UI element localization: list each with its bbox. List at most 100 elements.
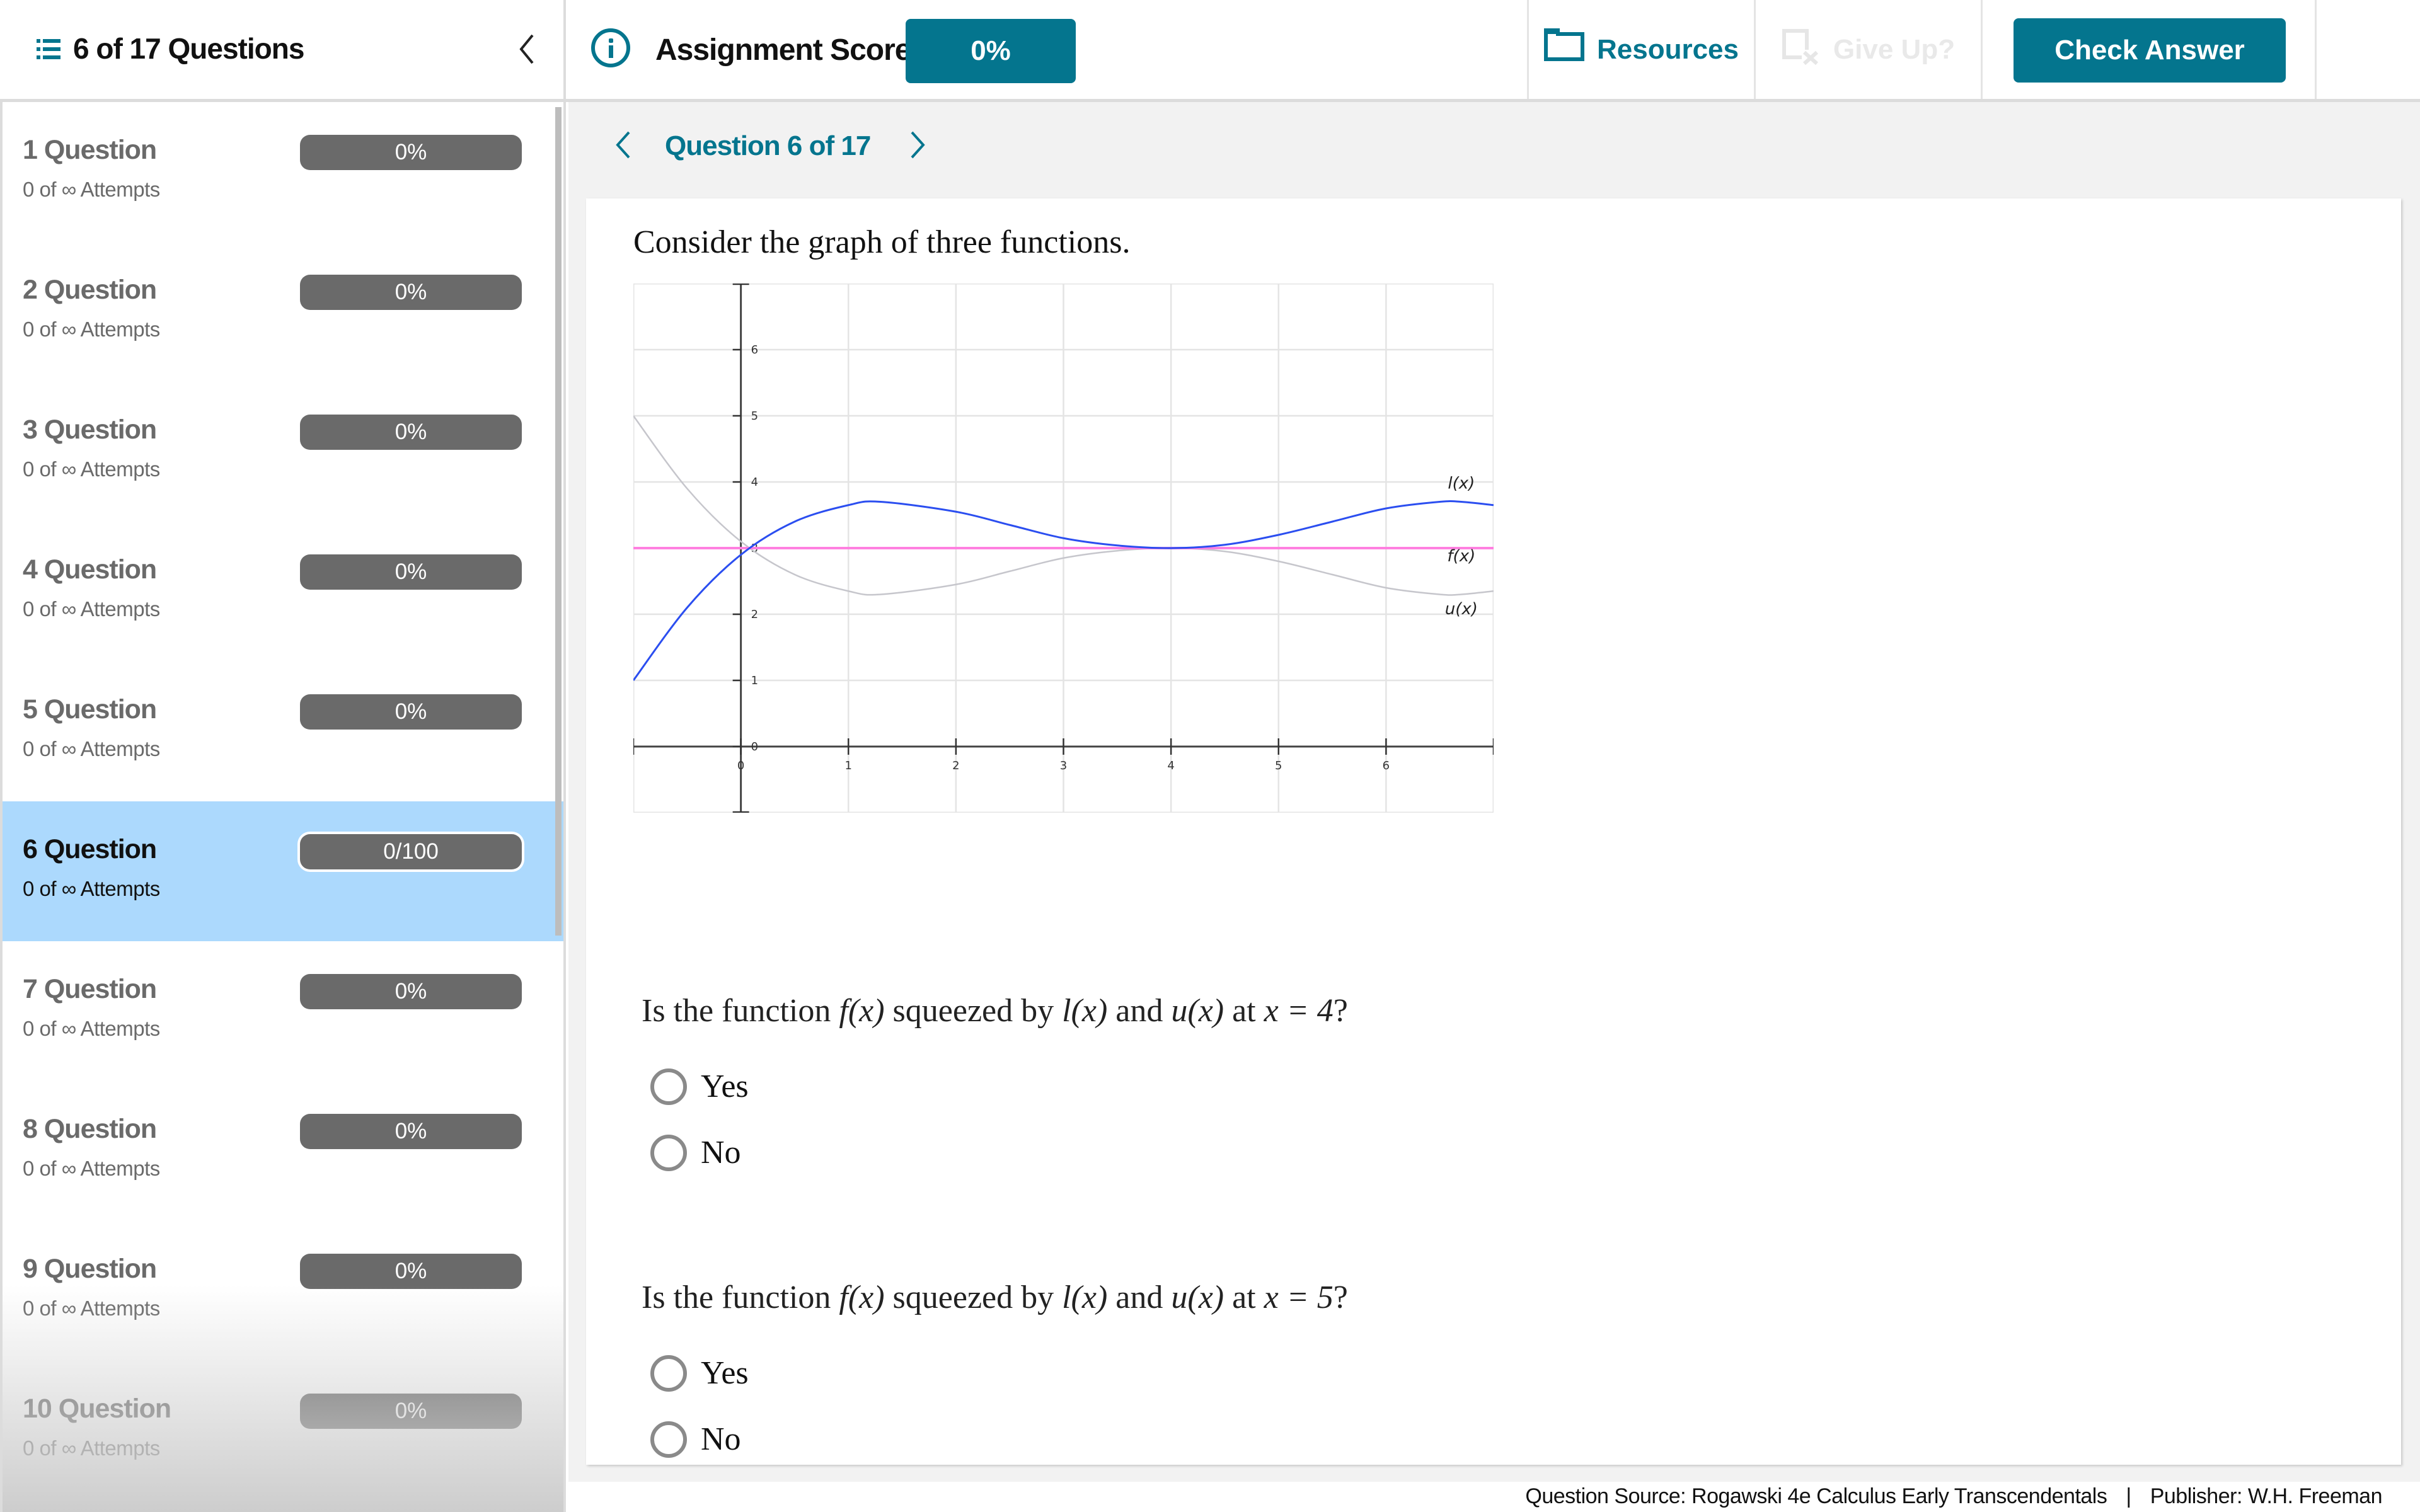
radio-button[interactable]	[650, 1068, 687, 1105]
sidebar-question-item[interactable]: 4 Question 0 of ∞ Attempts 0%	[3, 522, 563, 662]
sidebar-question-item[interactable]: 2 Question 0 of ∞ Attempts 0%	[3, 242, 563, 382]
list-icon	[37, 39, 60, 60]
x-tick-label: 5	[1275, 759, 1282, 772]
answer-option-yes[interactable]: Yes	[650, 1068, 749, 1105]
question-card: Consider the graph of three functions. 0…	[586, 198, 2401, 1465]
function-graph: 0 1 2 3 4 5 60123456l(x)f(x)u(x)	[633, 284, 1494, 813]
math-u: u(x)	[1171, 993, 1224, 1029]
question-attempts: 0 of ∞ Attempts	[23, 737, 160, 760]
prompt-text: and	[1107, 993, 1172, 1029]
prompt-text: at	[1224, 993, 1264, 1029]
radio-button[interactable]	[650, 1134, 687, 1171]
option-label: No	[701, 1421, 741, 1457]
main-content: Question 6 of 17 Consider the graph of t…	[568, 102, 2420, 1512]
x-tick-label: 4	[1167, 759, 1174, 772]
question-score-badge: 0%	[300, 974, 522, 1009]
answer-option-no[interactable]: No	[650, 1421, 741, 1458]
publisher: Publisher: W.H. Freeman	[2150, 1484, 2383, 1508]
option-label: Yes	[701, 1355, 749, 1391]
top-bar: 6 of 17 Questions Assignment Score: 0% R…	[0, 0, 2420, 102]
math-l: l(x)	[1062, 993, 1108, 1029]
question-footer: Question Source: Rogawski 4e Calculus Ea…	[568, 1482, 2420, 1512]
label-l-x: l(x)	[1448, 474, 1475, 493]
question-number-label: Question 6 of 17	[665, 130, 871, 161]
y-tick-label: 5	[751, 410, 758, 423]
sidebar-question-item[interactable]: 5 Question 0 of ∞ Attempts 0%	[3, 662, 563, 801]
math-f: f(x)	[839, 1280, 885, 1315]
footer-separator: |	[2126, 1484, 2131, 1508]
x-tick-label: 1	[845, 759, 852, 772]
question-navigation: Question 6 of 17	[586, 102, 2401, 187]
question-item-label: 7 Question	[23, 974, 157, 1004]
math-condition: x = 4	[1264, 993, 1334, 1029]
question-list-sidebar: 1 Question 0 of ∞ Attempts 0% 2 Question 0 o…	[0, 102, 566, 1512]
option-label: Yes	[701, 1068, 749, 1104]
question-attempts: 0 of ∞ Attempts	[23, 178, 160, 201]
math-l: l(x)	[1062, 1280, 1108, 1315]
header-spacer	[2315, 0, 2420, 99]
check-answer-cell: Check Answer	[1981, 0, 2317, 99]
previous-question-button[interactable]	[611, 127, 637, 163]
y-tick-label: 4	[751, 476, 758, 489]
question-prompt: Is the function f(x) squeezed by l(x) an…	[642, 992, 1348, 1029]
sidebar-question-item[interactable]: 6 Question 0 of ∞ Attempts 0/100	[3, 801, 563, 941]
question-progress-title: 6 of 17 Questions	[73, 32, 304, 65]
sidebar-question-item[interactable]: 3 Question 0 of ∞ Attempts 0%	[3, 382, 563, 522]
x-tick-label: 0	[737, 759, 744, 772]
option-label: No	[701, 1135, 741, 1171]
sidebar-question-item[interactable]: 8 Question 0 of ∞ Attempts 0%	[3, 1081, 563, 1221]
check-answer-button[interactable]: Check Answer	[2014, 18, 2286, 83]
question-score-badge: 0%	[300, 694, 522, 730]
question-score-badge: 0/100	[300, 834, 522, 869]
answer-option-yes[interactable]: Yes	[650, 1354, 749, 1392]
x-tick-label: 2	[952, 759, 959, 772]
question-attempts: 0 of ∞ Attempts	[23, 1436, 160, 1460]
prompt-text: at	[1224, 1280, 1264, 1315]
question-score-badge: 0%	[300, 554, 522, 590]
radio-button[interactable]	[650, 1421, 687, 1458]
sidebar-question-item[interactable]: 1 Question 0 of ∞ Attempts 0%	[3, 102, 563, 242]
radio-button[interactable]	[650, 1354, 687, 1392]
question-score-badge: 0%	[300, 275, 522, 310]
answer-option-no[interactable]: No	[650, 1134, 741, 1171]
y-tick-label: 2	[751, 608, 758, 621]
resources-button[interactable]: Resources	[1527, 0, 1754, 99]
sidebar-question-item[interactable]: 7 Question 0 of ∞ Attempts 0%	[3, 941, 563, 1081]
question-attempts: 0 of ∞ Attempts	[23, 877, 160, 900]
give-up-button[interactable]: Give Up?	[1754, 0, 1981, 99]
info-icon[interactable]	[591, 28, 630, 67]
resources-label: Resources	[1596, 33, 1739, 65]
y-tick-label: 6	[751, 343, 758, 357]
sidebar-scrollbar[interactable]	[555, 107, 562, 936]
chevron-left-icon	[616, 131, 630, 159]
assignment-score: Assignment Score: 0%	[580, 0, 1525, 99]
question-item-label: 5 Question	[23, 694, 157, 724]
give-up-label: Give Up?	[1833, 33, 1956, 65]
prompt-text: ?	[1333, 993, 1348, 1029]
question-attempts: 0 of ∞ Attempts	[23, 1157, 160, 1180]
sidebar-question-item[interactable]: 9 Question 0 of ∞ Attempts 0%	[3, 1221, 563, 1361]
question-attempts: 0 of ∞ Attempts	[23, 1017, 160, 1040]
question-item-label: 1 Question	[23, 135, 157, 165]
sidebar-question-item[interactable]: 10 Question 0 of ∞ Attempts 0%	[3, 1361, 563, 1501]
question-attempts: 0 of ∞ Attempts	[23, 318, 160, 341]
prompt-text: Is the function	[642, 993, 839, 1029]
collapse-sidebar-button[interactable]	[514, 33, 539, 66]
question-score-badge: 0%	[300, 1254, 522, 1289]
prompt-text: squeezed by	[884, 993, 1063, 1029]
prompt-text: squeezed by	[884, 1280, 1063, 1315]
question-source: Question Source: Rogawski 4e Calculus Ea…	[1525, 1484, 2107, 1508]
question-item-label: 2 Question	[23, 275, 157, 305]
prompt-text: ?	[1333, 1280, 1348, 1315]
question-item-label: 9 Question	[23, 1254, 157, 1284]
next-question-button[interactable]	[904, 127, 930, 163]
label-f-x: f(x)	[1447, 547, 1475, 566]
question-item-label: 8 Question	[23, 1114, 157, 1144]
x-tick-label: 6	[1383, 759, 1390, 772]
score-label: Assignment Score:	[655, 33, 921, 67]
question-item-label: 10 Question	[23, 1394, 171, 1424]
question-attempts: 0 of ∞ Attempts	[23, 597, 160, 621]
label-u-x: u(x)	[1445, 600, 1478, 619]
question-intro: Consider the graph of three functions.	[633, 224, 1131, 260]
question-item-label: 4 Question	[23, 554, 157, 585]
